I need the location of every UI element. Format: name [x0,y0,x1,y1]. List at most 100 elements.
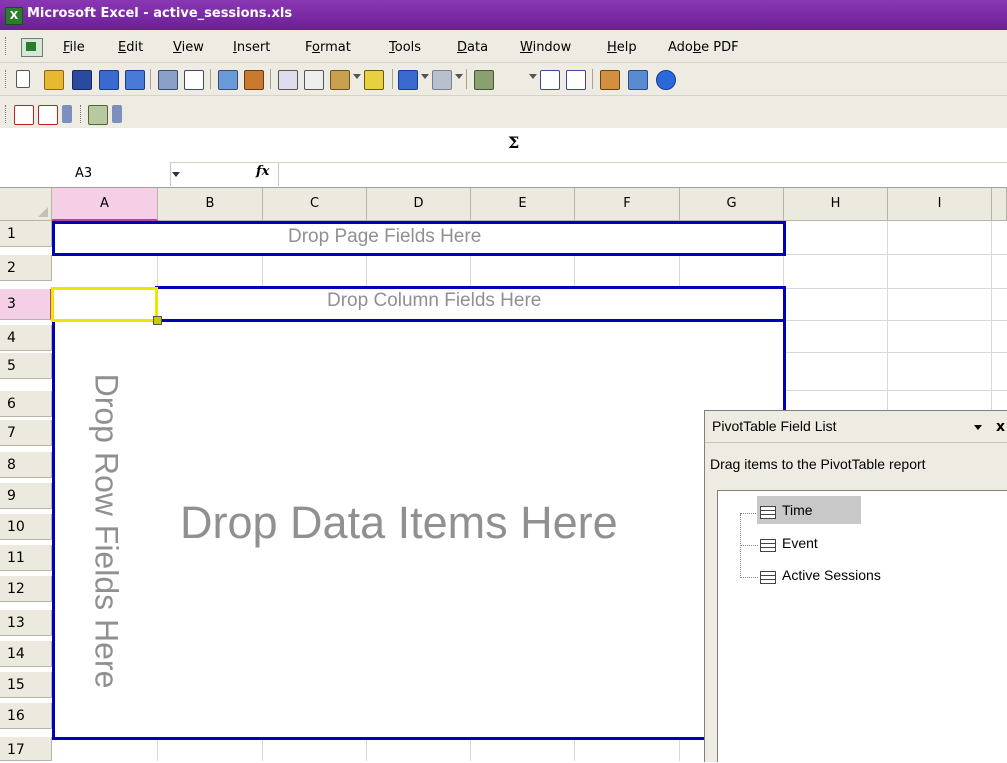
menu-data[interactable]: Data [457,40,488,55]
autosum-dropdown-icon[interactable] [529,74,537,79]
column-fields-label: Drop Column Fields Here [327,290,542,311]
print-icon[interactable] [158,70,178,90]
row-header-14[interactable]: 14 [0,641,52,667]
menu-window[interactable]: Window [520,40,571,55]
name-box-value: A3 [75,166,93,181]
field-list-instruction: Drag items to the PivotTable report [710,456,926,472]
drawing-icon[interactable] [628,70,648,90]
row-header-3[interactable]: 3 [0,289,52,320]
format-painter-icon[interactable] [364,70,384,90]
menu-help[interactable]: Help [607,40,637,55]
column-header-c[interactable]: C [263,188,367,221]
redo-icon[interactable] [432,70,452,90]
save-icon[interactable] [72,70,92,90]
window-title: Microsoft Excel - active_sessions.xls [27,6,293,21]
menu-grip-handle[interactable] [5,37,9,55]
excel-app-icon[interactable]: X [5,7,23,25]
pdf-toolbar-options-icon[interactable] [62,105,72,123]
spelling-icon[interactable] [218,70,238,90]
column-header-a[interactable]: A [52,188,158,221]
undo-dropdown-icon[interactable] [421,74,429,79]
column-header-b[interactable]: B [158,188,263,221]
menu-tools[interactable]: Tools [389,40,421,55]
row-header-6[interactable]: 6 [0,391,52,417]
paste-icon[interactable] [330,70,350,90]
column-header-f[interactable]: F [575,188,680,221]
select-all-corner[interactable] [0,188,52,221]
field-list-close-icon[interactable]: x [996,419,1005,435]
column-header-i[interactable]: I [888,188,992,221]
row-header-2[interactable]: 2 [0,255,52,281]
research-icon[interactable] [244,70,264,90]
field-icon-time [760,506,776,519]
preview-icon[interactable] [184,70,204,90]
menu-view[interactable]: View [173,40,204,55]
adobe-pdf-toolbar [0,96,1007,128]
column-header-e[interactable]: E [471,188,575,221]
row-header-17[interactable]: 17 [0,737,52,761]
row-fields-label: Drop Row Fields Here [88,373,125,689]
menu-bar: File Edit View Insert Format Tools Data … [0,30,1007,63]
menu-adobe-pdf[interactable]: Adobe PDF [668,40,739,55]
help-icon[interactable] [656,70,676,90]
hyperlink-icon[interactable] [474,70,494,90]
page-fields-label: Drop Page Fields Here [288,226,482,247]
sort-descending-icon[interactable] [566,70,586,90]
review-toolbar-options-icon[interactable] [112,105,122,123]
convert-and-email-icon[interactable] [38,105,58,125]
data-items-label: Drop Data Items Here [180,497,618,548]
column-header-j[interactable] [992,188,1007,221]
paste-dropdown-icon[interactable] [353,74,361,79]
cut-icon[interactable] [278,70,298,90]
field-list-box [717,490,1007,762]
field-list-title: PivotTable Field List [712,418,837,434]
menu-edit[interactable]: Edit [118,40,143,55]
row-header-10[interactable]: 10 [0,514,52,540]
redo-dropdown-icon[interactable] [455,74,463,79]
standard-toolbar: Σ [0,63,1007,152]
copy-icon[interactable] [304,70,324,90]
toolbar-grip-handle[interactable] [5,70,9,88]
menu-format[interactable]: Format [305,40,351,55]
menu-insert[interactable]: Insert [233,40,270,55]
field-label-time: Time [782,502,813,518]
active-cell-a3[interactable] [51,287,158,322]
row-header-8[interactable]: 8 [0,452,52,478]
fill-handle[interactable] [153,316,162,325]
row-header-7[interactable]: 7 [0,420,52,446]
field-list-options-icon[interactable] [974,425,982,430]
row-header-5[interactable]: 5 [0,353,52,379]
row-header-12[interactable]: 12 [0,576,52,602]
sort-ascending-icon[interactable] [540,70,560,90]
row-header-11[interactable]: 11 [0,545,52,571]
review-toolbar-grip-handle[interactable] [80,105,84,123]
permission-icon[interactable] [99,70,119,90]
row-header-1[interactable]: 1 [0,221,52,247]
column-header-g[interactable]: G [680,188,784,221]
menu-file[interactable]: File [63,40,85,55]
insert-function-icon[interactable]: fx [256,164,269,179]
row-header-9[interactable]: 9 [0,483,52,509]
workbook-icon[interactable] [21,38,43,57]
convert-to-pdf-icon[interactable] [14,105,34,125]
field-label-event: Event [782,535,818,551]
row-header-4[interactable]: 4 [0,325,52,351]
column-header-d[interactable]: D [367,188,471,221]
column-header-h[interactable]: H [784,188,888,221]
formula-input[interactable] [280,164,1000,184]
new-icon[interactable] [16,70,30,88]
pdf-toolbar-grip-handle[interactable] [5,105,9,123]
undo-icon[interactable] [398,70,418,90]
autosum-icon[interactable]: Σ [508,133,519,152]
row-header-13[interactable]: 13 [0,610,52,636]
row-header-15[interactable]: 15 [0,672,52,698]
row-header-16[interactable]: 16 [0,703,52,729]
field-icon-active-sessions [760,571,776,584]
name-box-dropdown-icon[interactable] [172,172,180,177]
review-icon[interactable] [88,105,108,125]
chart-wizard-icon[interactable] [600,70,620,90]
field-icon-event [760,539,776,552]
field-label-active-sessions: Active Sessions [782,567,881,583]
print-preview-icon[interactable] [125,70,145,90]
open-icon[interactable] [44,70,64,90]
